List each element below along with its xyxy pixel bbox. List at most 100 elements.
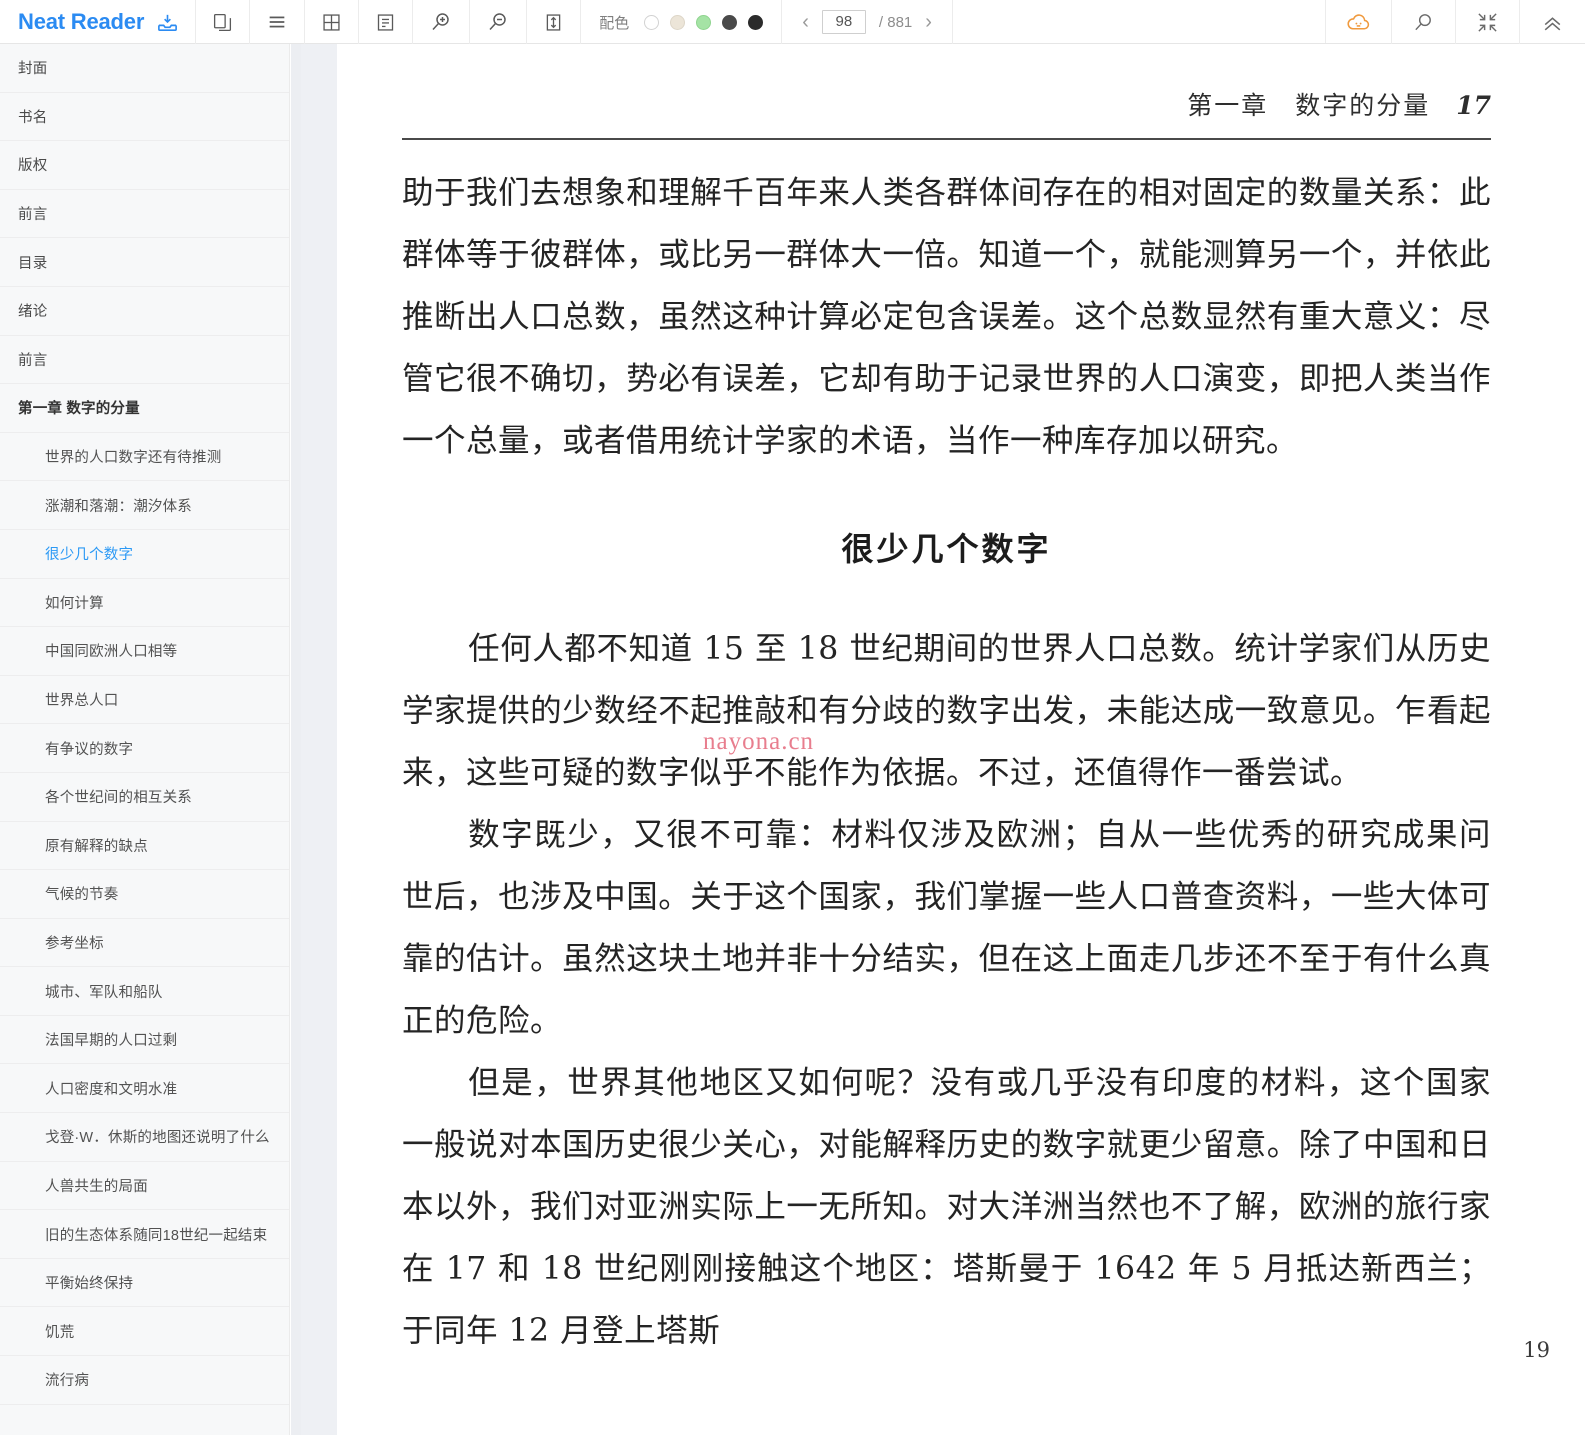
sidebar-item[interactable]: 涨潮和落潮：潮汐体系	[0, 481, 289, 530]
sidebar-item-label: 版权	[18, 158, 48, 175]
sidebar-item-label: 中国同欧洲人口相等	[45, 644, 178, 661]
next-page-button[interactable]: ›	[925, 12, 932, 32]
sidebar-item[interactable]: 气候的节奏	[0, 870, 289, 919]
cloud-sync-button[interactable]	[1326, 0, 1392, 44]
app-toolbar: Neat Reader 配色 ‹ 98 / 881 ›	[0, 0, 1585, 44]
sidebar-item[interactable]: 如何计算	[0, 579, 289, 628]
search-button[interactable]	[1392, 0, 1456, 44]
zoom-out-button[interactable]	[470, 0, 528, 44]
sidebar-item-label: 平衡始终保持	[45, 1276, 134, 1293]
sidebar-item[interactable]: 很少几个数字	[0, 530, 289, 579]
running-head: 第一章 数字的分量 17	[400, 86, 1513, 122]
brand-area: Neat Reader	[0, 0, 197, 44]
sidebar-item[interactable]: 戈登·W．休斯的地图还说明了什么	[0, 1113, 289, 1162]
sidebar-item[interactable]: 绪论	[0, 287, 289, 336]
page-total-label: / 881	[878, 13, 913, 31]
sidebar-item[interactable]: 人口密度和文明水准	[0, 1064, 289, 1114]
sidebar-item[interactable]: 目录	[0, 238, 289, 287]
sidebar-item[interactable]: 平衡始终保持	[0, 1259, 289, 1308]
sidebar-item-label: 气候的节奏	[45, 887, 119, 904]
sidebar-item[interactable]: 流行病	[0, 1356, 289, 1405]
sidebar-item[interactable]: 中国同欧洲人口相等	[0, 627, 289, 676]
copy-pages-icon	[212, 12, 233, 33]
sidebar-item[interactable]: 书名	[0, 93, 289, 142]
sidebar-item-label: 各个世纪间的相互关系	[45, 790, 192, 807]
sidebar-item-label: 流行病	[45, 1373, 90, 1390]
grid-view-button[interactable]	[305, 0, 360, 44]
list-menu-icon	[266, 11, 288, 33]
toc-list: 封面 书名 版权 前言 目录 绪论 前言 第一章 数字的分量 世界的人口数字还有待推测 涨潮和落潮…	[0, 44, 289, 1405]
book-page: 第一章 数字的分量 17 助于我们去想象和理解千百年来人类各群体间存在的相对固定…	[400, 44, 1513, 1362]
page-folio: 17	[1456, 91, 1491, 120]
sidebar-item[interactable]: 各个世纪间的相互关系	[0, 773, 289, 822]
sidebar-item[interactable]: 旧的生态体系随同18世纪一起结束	[0, 1210, 289, 1259]
sidebar-item[interactable]: 第一章 数字的分量	[0, 384, 289, 433]
sidebar-item[interactable]: 原有解释的缺点	[0, 822, 289, 871]
fullscreen-collapse-icon	[1476, 11, 1499, 34]
download-to-shelf-icon[interactable]	[156, 11, 179, 34]
page-gutter-inner	[301, 44, 337, 1435]
sidebar-item[interactable]: 城市、军队和船队	[0, 967, 289, 1016]
sidebar-item-label: 前言	[18, 207, 48, 224]
fit-height-button[interactable]	[527, 0, 582, 44]
paragraph-4: 但是，世界其他地区又如何呢？没有或几乎没有印度的材料，这个国家一般说对本国历史很…	[402, 1065, 1491, 1349]
paragraph-2: 任何人都不知道 15 至 18 世纪期间的世界人口总数。统计学家们从历史学家提供…	[402, 631, 1491, 791]
zoom-in-icon	[429, 10, 453, 34]
collapse-toolbar-button[interactable]	[1520, 0, 1585, 44]
theme-swatch-black[interactable]	[748, 14, 764, 30]
theme-swatch-dark-gray[interactable]	[722, 14, 738, 30]
sidebar-item[interactable]: 前言	[0, 336, 289, 385]
sidebar-item-label: 封面	[18, 61, 48, 78]
sidebar-item[interactable]: 法国早期的人口过剩	[0, 1016, 289, 1065]
sidebar-item[interactable]: 人兽共生的局面	[0, 1162, 289, 1211]
grid-layout-icon	[321, 12, 342, 33]
paragraph-3: 数字既少，又很不可靠：材料仅涉及欧洲；自从一些优秀的研究成果问世后，也涉及中国。…	[402, 817, 1491, 1039]
page-navigator: ‹ 98 / 881 ›	[782, 0, 953, 44]
sidebar-item-label: 原有解释的缺点	[45, 838, 148, 855]
fullscreen-button[interactable]	[1456, 0, 1520, 44]
sidebar-item-label: 城市、军队和船队	[45, 984, 163, 1001]
sidebar-item-label: 戈登·W．休斯的地图还说明了什么	[45, 1130, 270, 1147]
sidebar-item-label: 书名	[18, 109, 48, 126]
sidebar-item-label: 世界总人口	[45, 693, 119, 710]
theme-swatch-sepia[interactable]	[670, 14, 686, 30]
sidebar-item[interactable]: 世界的人口数字还有待推测	[0, 433, 289, 482]
sidebar-item-label: 人兽共生的局面	[45, 1178, 148, 1195]
zoom-out-icon	[486, 10, 510, 34]
sidebar-item-label: 涨潮和落潮：潮汐体系	[45, 498, 192, 515]
sidebar-item-label: 饥荒	[45, 1324, 75, 1341]
two-page-view-button[interactable]	[196, 0, 251, 44]
toc-toggle-button[interactable]	[250, 0, 306, 44]
zoom-in-button[interactable]	[413, 0, 471, 44]
sidebar-item[interactable]: 饥荒	[0, 1307, 289, 1357]
sidebar-item-label: 很少几个数字	[45, 547, 134, 564]
sidebar-item[interactable]: 参考坐标	[0, 919, 289, 968]
sidebar-item-label: 旧的生态体系随同18世纪一起结束	[45, 1227, 268, 1244]
sidebar-item[interactable]: 世界总人口	[0, 676, 289, 725]
paragraph-1: 助于我们去想象和理解千百年来人类各群体间存在的相对固定的数量关系：此群体等于彼群…	[402, 175, 1491, 459]
section-title: 很少几个数字	[841, 530, 1052, 568]
sidebar-item-label: 如何计算	[45, 595, 104, 612]
collapse-toolbar-icon	[1540, 10, 1565, 35]
theme-swatch-green[interactable]	[696, 14, 712, 30]
sidebar-item[interactable]: 前言	[0, 190, 289, 239]
toolbar-spacer	[953, 0, 1326, 43]
running-head-title: 第一章 数字的分量	[1187, 91, 1431, 120]
prev-page-button[interactable]: ‹	[802, 12, 809, 32]
reader-viewport[interactable]: 第一章 数字的分量 17 助于我们去想象和理解千百年来人类各群体间存在的相对固定…	[337, 44, 1585, 1435]
sidebar-item[interactable]: 版权	[0, 141, 289, 190]
sidebar-item[interactable]: 有争议的数字	[0, 724, 289, 773]
app-title: Neat Reader	[18, 9, 145, 34]
sidebar-item-label: 法国早期的人口过剩	[45, 1033, 178, 1050]
table-of-contents-sidebar[interactable]: 封面 书名 版权 前言 目录 绪论 前言 第一章 数字的分量 世界的人口数字还有待推测 涨潮和落潮…	[0, 44, 290, 1435]
theme-swatch-white[interactable]	[644, 14, 660, 30]
sidebar-item-label: 参考坐标	[45, 935, 104, 952]
notes-panel-button[interactable]	[359, 0, 414, 44]
running-head-rule	[402, 138, 1491, 140]
sidebar-item[interactable]: 封面	[0, 44, 289, 93]
color-theme-label: 配色	[599, 14, 630, 32]
sidebar-item-label: 人口密度和文明水准	[45, 1081, 178, 1098]
search-icon	[1412, 11, 1435, 34]
page-gutter	[291, 44, 337, 1435]
page-number-input[interactable]: 98	[821, 10, 866, 34]
